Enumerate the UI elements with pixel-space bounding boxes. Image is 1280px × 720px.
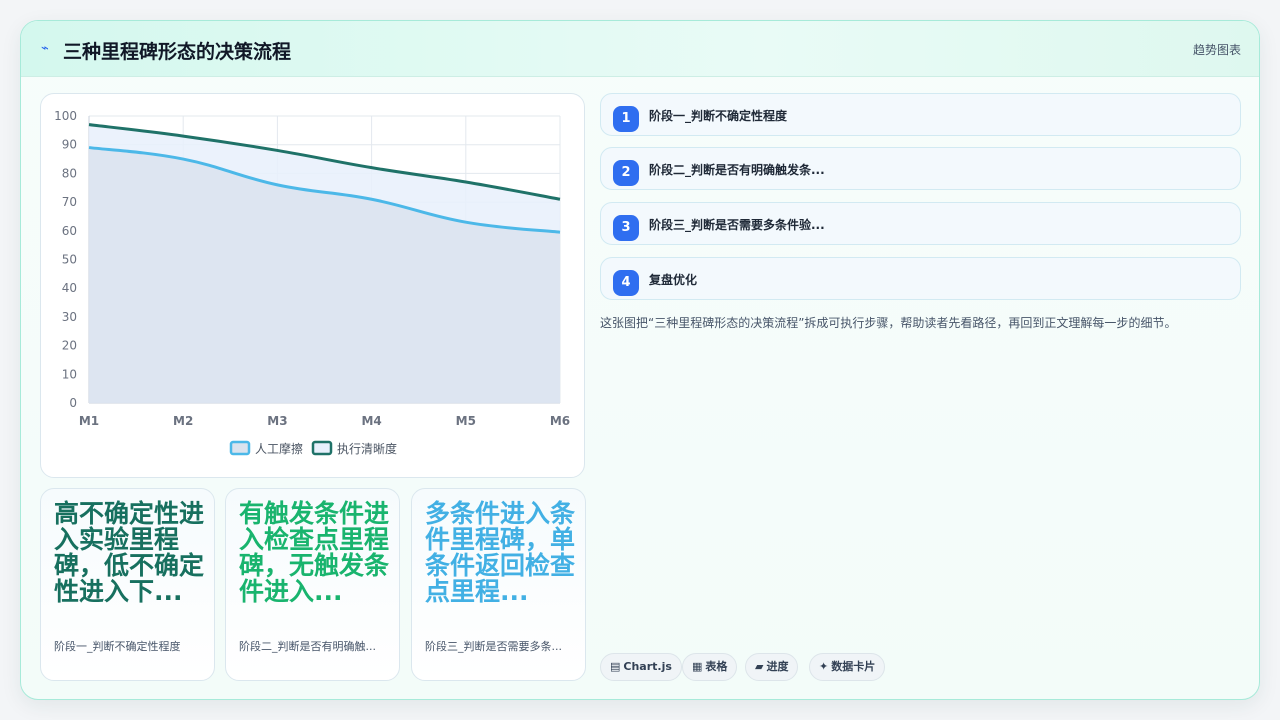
- y-tick-label: 100: [54, 109, 77, 123]
- x-tick-label: M1: [79, 414, 99, 428]
- kpi-card-2: 有触发条件进入检查点里程碑，无触发条件进入... 阶段二_判断是否有明确触...: [225, 488, 400, 681]
- step-label: 阶段一_判断不确定性程度: [649, 109, 788, 123]
- step-item[interactable]: 3 阶段三_判断是否需要多条件验...: [600, 202, 1241, 245]
- page-title: 三种里程碑形态的决策流程: [63, 41, 292, 63]
- y-tick-label: 40: [62, 281, 77, 295]
- y-tick-label: 70: [62, 195, 77, 209]
- step-item[interactable]: 1 阶段一_判断不确定性程度: [600, 93, 1241, 136]
- progress-icon: ▰: [755, 660, 764, 673]
- step-label: 阶段二_判断是否有明确触发条...: [649, 163, 825, 177]
- step-label: 复盘优化: [649, 273, 698, 287]
- card-icon: ✦: [819, 660, 829, 673]
- legend-swatch: [229, 440, 251, 456]
- y-tick-label: 30: [62, 310, 77, 324]
- y-tick-label: 60: [62, 224, 77, 238]
- step-item[interactable]: 2 阶段二_判断是否有明确触发条...: [600, 147, 1241, 190]
- kpi-caption: 阶段一_判断不确定性程度: [54, 640, 181, 653]
- main-card: ⌁ 三种里程碑形态的决策流程 趋势图表 0 10 20 30 40 50 60 70 80 90 1…: [20, 20, 1260, 700]
- chip-label: 表格: [705, 660, 728, 673]
- chart-type-tag: 趋势图表: [1192, 43, 1241, 57]
- step-item[interactable]: 4 复盘优化: [600, 257, 1241, 300]
- table-icon: ▦: [692, 660, 703, 673]
- x-tick-label: M4: [361, 414, 381, 428]
- chart-panel: 0 10 20 30 40 50 60 70 80 90 100 M1 M2 M3 M4 M5 M6 人工摩擦 执行…: [40, 93, 585, 478]
- x-tick-label: M2: [173, 414, 193, 428]
- step-number-badge: 3: [613, 215, 639, 241]
- x-tick-label: M3: [267, 414, 287, 428]
- y-tick-label: 0: [69, 396, 77, 410]
- kpi-value: 高不确定性进入实验里程碑，低不确定性进入下...: [54, 499, 205, 606]
- kpi-caption: 阶段二_判断是否有明确触...: [239, 640, 376, 653]
- y-tick-label: 10: [62, 367, 77, 381]
- y-tick-label: 50: [62, 253, 77, 267]
- kpi-caption: 阶段三_判断是否需要多条...: [425, 640, 562, 653]
- kpi-card-3: 多条件进入条件里程碑，单条件返回检查点里程... 阶段三_判断是否需要多条...: [411, 488, 586, 681]
- step-number-badge: 2: [613, 160, 639, 186]
- chip-label: 进度: [766, 660, 789, 673]
- legend-label: 执行清晰度: [337, 441, 397, 456]
- kpi-value: 多条件进入条件里程碑，单条件返回检查点里程...: [425, 499, 576, 606]
- y-tick-label: 20: [62, 339, 77, 353]
- chip-label: Chart.js: [623, 660, 672, 673]
- chip-chartjs[interactable]: ▤ Chart.js: [600, 653, 682, 681]
- x-tick-label: M5: [456, 414, 476, 428]
- step-number-badge: 1: [613, 106, 639, 132]
- chip-table[interactable]: ▦ 表格: [682, 653, 738, 681]
- legend-label: 人工摩擦: [255, 441, 303, 456]
- header: ⌁ 三种里程碑形态的决策流程 趋势图表: [21, 21, 1259, 77]
- step-number-badge: 4: [613, 270, 639, 296]
- y-tick-label: 90: [62, 138, 77, 152]
- trend-icon: ⌁: [41, 41, 49, 56]
- chip-data-card[interactable]: ✦ 数据卡片: [809, 653, 886, 681]
- step-label: 阶段三_判断是否需要多条件验...: [649, 218, 825, 232]
- area-chart: 0 10 20 30 40 50 60 70 80 90 100 M1 M2 M3 M4 M5 M6 人工摩擦 执行…: [54, 109, 570, 456]
- chart-icon: ▤: [610, 660, 621, 673]
- y-tick-label: 80: [62, 166, 77, 180]
- kpi-card-1: 高不确定性进入实验里程碑，低不确定性进入下... 阶段一_判断不确定性程度: [40, 488, 215, 681]
- legend-swatch: [311, 440, 333, 456]
- x-tick-label: M6: [550, 414, 570, 428]
- kpi-value: 有触发条件进入检查点里程碑，无触发条件进入...: [239, 499, 390, 606]
- description-text: 这张图把“三种里程碑形态的决策流程”拆成可执行步骤，帮助读者先看路径，再回到正文…: [600, 316, 1177, 330]
- chip-progress[interactable]: ▰ 进度: [745, 653, 799, 681]
- chip-label: 数据卡片: [831, 660, 876, 673]
